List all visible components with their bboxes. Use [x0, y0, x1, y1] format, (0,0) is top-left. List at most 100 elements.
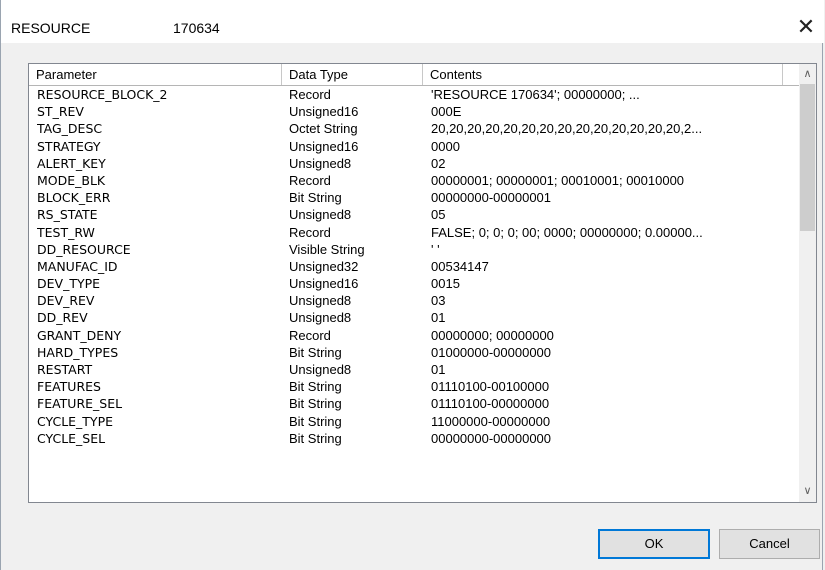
column-header-parameter[interactable]: Parameter [29, 64, 282, 85]
close-icon[interactable]: ✕ [792, 14, 820, 40]
contents-cell: 01110100-00000000 [431, 396, 550, 412]
data-type-cell: Record [289, 87, 331, 102]
parameter-cell: DD_REV [37, 310, 88, 326]
data-type-cell: Unsigned16 [289, 138, 359, 154]
contents-cell: 00000001; 00000001; 00010001; 00010000 [431, 172, 685, 188]
title-bar: RESOURCE 170634 ✕ [1, 0, 824, 43]
data-type-cell: Bit String [289, 396, 342, 412]
data-type-cell: Unsigned8 [289, 362, 352, 377]
table-row[interactable]: DD_RESOURCE Visible String ' ' [29, 241, 800, 258]
window-title-id: 170634 [173, 20, 220, 36]
data-type-cell: Record [289, 327, 331, 343]
table-row[interactable]: FEATURE_SEL Bit String 01110100-00000000 [29, 395, 800, 412]
parameter-cell: ST_REV [37, 104, 84, 120]
contents-cell: 00000000; 00000000 [431, 327, 554, 343]
vertical-scrollbar[interactable]: ∧ ∨ [799, 64, 816, 502]
ok-button[interactable]: OK [598, 529, 710, 559]
contents-cell: 01 [431, 362, 446, 377]
parameter-cell: CYCLE_SEL [37, 430, 106, 446]
scroll-up-icon[interactable]: ∧ [799, 66, 816, 83]
contents-cell: 01 [431, 310, 446, 326]
table-row[interactable]: MANUFAC_ID Unsigned32 00534147 [29, 258, 800, 275]
data-type-cell: Bit String [289, 413, 342, 429]
table-row[interactable]: MODE_BLK Record 00000001; 00000001; 000100… [29, 172, 800, 189]
parameter-cell: ALERT_KEY [37, 155, 106, 171]
contents-cell: 01110100-00100000 [431, 379, 550, 395]
data-type-cell: Unsigned16 [289, 104, 359, 120]
data-type-cell: Unsigned8 [289, 207, 352, 223]
parameter-cell: MODE_BLK [37, 172, 106, 188]
table-row[interactable]: CYCLE_TYPE Bit String 11000000-00000000 [29, 413, 800, 430]
table-row[interactable]: DEV_REV Unsigned8 03 [29, 292, 800, 309]
table-row[interactable]: DD_REV Unsigned8 01 [29, 309, 800, 326]
table-row[interactable]: STRATEGY Unsigned16 0000 [29, 138, 800, 155]
table-row[interactable]: TEST_RW Record FALSE; 0; 0; 0; 00; 0000; 0… [29, 224, 800, 241]
list-rows: RESOURCE_BLOCK_2 Record 'RESOURCE 170634';… [29, 86, 800, 447]
contents-cell: 00000000-00000000 [431, 430, 552, 446]
list-header: Parameter Data Type Contents [29, 64, 800, 86]
data-type-cell: Unsigned8 [289, 293, 352, 309]
parameter-cell: MANUFAC_ID [37, 258, 118, 274]
table-row[interactable]: RESOURCE_BLOCK_2 Record 'RESOURCE 170634';… [29, 86, 800, 103]
table-row[interactable]: BLOCK_ERR Bit String 00000000-00000001 [29, 189, 800, 206]
contents-cell: FALSE; 0; 0; 0; 00; 0000; 00000000; 0.00… [431, 224, 703, 240]
resource-dialog: RESOURCE 170634 ✕ Parameter Data Type Co… [0, 0, 824, 570]
cancel-button[interactable]: Cancel [719, 529, 820, 559]
data-type-cell: Unsigned8 [289, 310, 352, 326]
column-header-data-type[interactable]: Data Type [282, 64, 423, 85]
scroll-down-icon[interactable]: ∨ [799, 483, 816, 500]
contents-cell: 20,20,20,20,20,20,20,20,20,20,20,20,20,2… [431, 121, 703, 137]
contents-cell: 03 [431, 293, 446, 309]
data-type-cell: Record [289, 172, 331, 188]
parameter-cell: STRATEGY [37, 138, 101, 154]
data-type-cell: Visible String [289, 241, 365, 257]
parameter-cell: DD_RESOURCE [37, 241, 131, 257]
parameter-cell: FEATURE_SEL [37, 396, 123, 412]
data-type-cell: Octet String [289, 121, 358, 137]
table-row[interactable]: GRANT_DENY Record 00000000; 00000000 [29, 327, 800, 344]
contents-cell: 01000000-00000000 [431, 344, 552, 360]
contents-cell: 000E [431, 104, 462, 120]
parameter-list[interactable]: Parameter Data Type Contents RESOURCE_BL… [28, 63, 817, 503]
parameter-cell: RS_STATE [37, 207, 98, 223]
parameter-cell: TEST_RW [37, 224, 95, 240]
parameter-cell: TAG_DESC [37, 121, 103, 137]
data-type-cell: Bit String [289, 344, 342, 360]
parameter-cell: GRANT_DENY [37, 327, 122, 343]
table-row[interactable]: CYCLE_SEL Bit String 00000000-00000000 [29, 430, 800, 447]
contents-cell: 0015 [431, 276, 460, 292]
data-type-cell: Unsigned32 [289, 258, 359, 274]
table-row[interactable]: ALERT_KEY Unsigned8 02 [29, 155, 800, 172]
parameter-cell: BLOCK_ERR [37, 190, 111, 206]
table-row[interactable]: HARD_TYPES Bit String 01000000-00000000 [29, 344, 800, 361]
window-title: RESOURCE [11, 20, 91, 36]
parameter-cell: CYCLE_TYPE [37, 413, 114, 429]
table-row[interactable]: DEV_TYPE Unsigned16 0015 [29, 275, 800, 292]
parameter-cell: RESOURCE_BLOCK_2 [37, 87, 168, 102]
table-row[interactable]: RESTART Unsigned8 01 [29, 361, 800, 378]
contents-cell: 'RESOURCE 170634'; 00000000; ... [431, 87, 640, 102]
data-type-cell: Record [289, 224, 331, 240]
contents-cell: 0000 [431, 138, 460, 154]
parameter-cell: HARD_TYPES [37, 344, 119, 360]
data-type-cell: Unsigned16 [289, 276, 359, 292]
data-type-cell: Bit String [289, 430, 342, 446]
table-row[interactable]: ST_REV Unsigned16 000E [29, 103, 800, 120]
contents-cell: 11000000-00000000 [431, 413, 551, 429]
column-header-contents[interactable]: Contents [423, 64, 783, 85]
data-type-cell: Unsigned8 [289, 155, 352, 171]
scroll-thumb[interactable] [800, 84, 815, 231]
contents-cell: 02 [431, 155, 446, 171]
table-row[interactable]: TAG_DESC Octet String 20,20,20,20,20,20,20… [29, 120, 800, 137]
column-header-spacer [783, 64, 800, 85]
table-row[interactable]: RS_STATE Unsigned8 05 [29, 206, 800, 223]
data-type-cell: Bit String [289, 379, 342, 395]
table-row[interactable]: FEATURES Bit String 01110100-00100000 [29, 378, 800, 395]
parameter-cell: FEATURES [37, 379, 101, 395]
parameter-cell: DEV_REV [37, 293, 95, 309]
contents-cell: 00000000-00000001 [431, 190, 552, 206]
parameter-cell: DEV_TYPE [37, 276, 101, 292]
parameter-cell: RESTART [37, 362, 93, 377]
contents-cell: 00534147 [431, 258, 489, 274]
contents-cell: ' ' [431, 241, 440, 257]
